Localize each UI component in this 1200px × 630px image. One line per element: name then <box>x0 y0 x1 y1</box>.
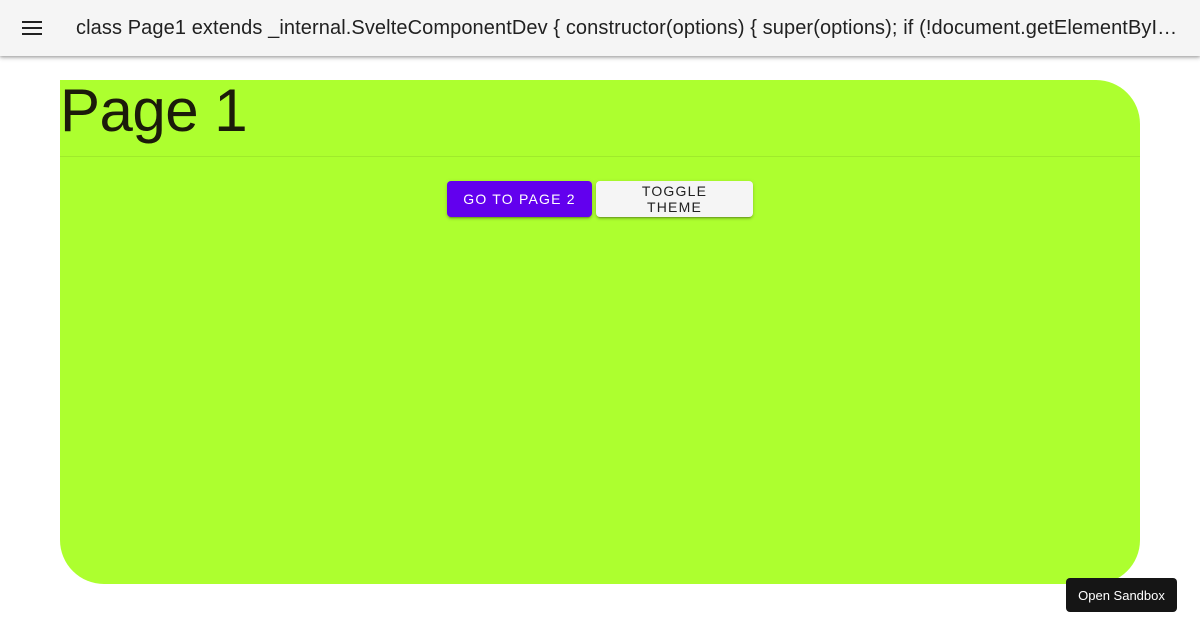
hamburger-menu-icon <box>22 21 42 35</box>
action-buttons: Go to page 2 Toggle Theme <box>60 181 1140 217</box>
open-sandbox-button[interactable]: Open Sandbox <box>1066 578 1177 612</box>
page-title: Page 1 <box>60 80 1140 157</box>
app-title: class Page1 extends _internal.SvelteComp… <box>76 16 1188 39</box>
go-to-page-2-button[interactable]: Go to page 2 <box>447 181 592 217</box>
menu-button[interactable] <box>0 0 64 56</box>
page-card: Page 1 Go to page 2 Toggle Theme <box>60 80 1140 584</box>
toggle-theme-button[interactable]: Toggle Theme <box>596 181 753 217</box>
app-bar: class Page1 extends _internal.SvelteComp… <box>0 0 1200 56</box>
